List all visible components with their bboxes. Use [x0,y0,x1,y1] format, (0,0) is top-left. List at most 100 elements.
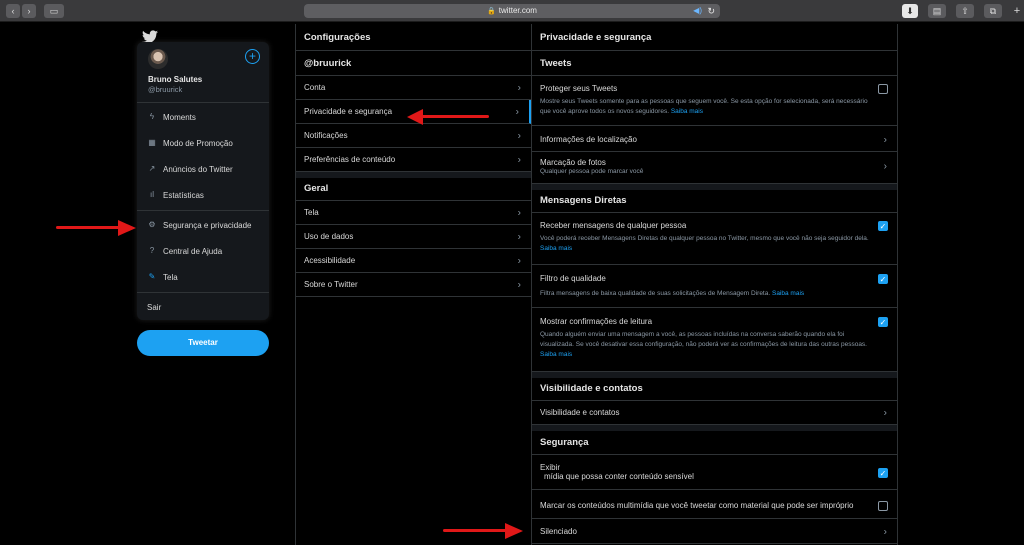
menu-item-help-center[interactable]: ? Central de Ajuda [137,238,269,264]
dm-header: Mensagens Diretas [540,195,627,206]
settings-item-display[interactable]: Tela › [296,201,531,225]
menu-item-moments[interactable]: ϟ Moments [137,104,269,130]
protect-tweets-desc: Mostre seus Tweets somente para as pesso… [540,98,868,115]
protect-tweets-checkbox[interactable] [878,84,888,94]
settings-item-content-prefs[interactable]: Preferências de conteúdo › [296,148,531,172]
receive-dm-label: Receber mensagens de qualquer pessoa [540,221,687,230]
settings-item-label: Privacidade e segurança [304,107,393,116]
quality-filter-checkbox[interactable]: ✓ [878,274,888,284]
section-gap [532,184,897,190]
section-gap [532,425,897,431]
settings-item-account[interactable]: Conta › [296,76,531,100]
reader-icon[interactable]: ▤ [928,4,946,18]
receive-dm-row[interactable]: Receber mensagens de qualquer pessoa Voc… [532,213,897,265]
sensitive-media-row[interactable]: Exibir mídia que possa conter conteúdo s… [532,455,897,490]
receive-dm-desc: Você poderá receber Mensagens Diretas de… [540,235,869,252]
read-receipts-desc: Quando alguém enviar uma mensagem a você… [540,331,867,358]
menu-item-promotion[interactable]: ▦ Modo de Promoção [137,130,269,156]
receive-dm-checkbox[interactable]: ✓ [878,221,888,231]
learn-more-link[interactable]: Saiba mais [772,290,804,297]
read-receipts-label: Mostrar confirmações de leitura [540,317,653,326]
visibility-contacts-row[interactable]: Visibilidade e contatos › [532,401,897,425]
privacy-title: Privacidade e segurança [540,32,652,43]
sensitive-media-checkbox[interactable]: ✓ [878,468,888,478]
user-handle: @bruurick [148,85,183,94]
divider [296,50,531,51]
chevron-right-icon: › [883,161,887,172]
quality-filter-row[interactable]: Filtro de qualidade Filtra mensagens de … [532,266,897,308]
settings-item-label: Notificações [304,131,348,140]
avatar[interactable] [148,49,168,69]
divider [137,210,269,211]
menu-item-security-privacy[interactable]: ⚙ Segurança e privacidade [137,212,269,238]
divider [532,50,897,51]
photo-tagging-row[interactable]: Marcação de fotos Qualquer pessoa pode m… [532,152,897,184]
menu-item-label: Moments [163,112,196,122]
menu-item-ads[interactable]: ↗ Anúncios do Twitter [137,156,269,182]
chevron-right-icon: › [883,134,887,145]
tweet-button[interactable]: Tweetar [137,330,269,356]
menu-item-label: Estatísticas [163,190,204,200]
menu-item-label: Anúncios do Twitter [163,164,233,174]
location-info-label: Informações de localização [540,135,637,144]
mark-media-row[interactable]: Marcar os conteúdos multimídia que você … [532,491,897,519]
settings-item-label: Uso de dados [304,232,354,241]
account-menu: + Bruno Salutes @bruurick ϟ Moments ▦ Modo… [137,42,269,320]
url-text: twitter.com [498,6,537,15]
menu-item-label: Modo de Promoção [163,138,233,148]
share-icon[interactable]: ⇧ [956,4,974,18]
back-button[interactable]: ‹ [6,4,20,18]
muted-row[interactable]: Silenciado › [532,520,897,544]
photo-tagging-sub: Qualquer pessoa pode marcar você [540,168,644,175]
sensitive-media-label: Exibir [540,463,561,472]
protect-tweets-row[interactable]: Proteger seus Tweets Mostre seus Tweets … [532,76,897,126]
read-receipts-row[interactable]: Mostrar confirmações de leitura Quando a… [532,309,897,372]
chevron-right-icon: › [883,407,887,418]
learn-more-link[interactable]: Saiba mais [671,108,703,115]
section-gap [532,372,897,378]
reload-icon[interactable]: ↻ [707,4,715,18]
settings-item-data-usage[interactable]: Uso de dados › [296,225,531,249]
account-header: @bruurick [304,58,352,69]
section-gap [296,172,531,178]
settings-item-accessibility[interactable]: Acessibilidade › [296,249,531,273]
chevron-right-icon: › [515,106,519,117]
help-icon: ? [149,246,155,255]
settings-item-about[interactable]: Sobre o Twitter › [296,273,531,297]
learn-more-link[interactable]: Saiba mais [540,351,572,358]
mark-media-checkbox[interactable] [878,501,888,511]
address-bar[interactable]: 🔒 twitter.com ◀) ↻ [304,4,720,18]
speaker-icon[interactable]: ◀) [693,4,702,18]
browser-toolbar: ‹ › ▭ 🔒 twitter.com ◀) ↻ ⬇ ▤ ⇧ ⧉ + [0,0,1024,22]
chevron-right-icon: › [517,82,521,93]
security-header: Segurança [540,437,589,448]
visibility-header: Visibilidade e contatos [540,383,643,394]
user-name: Bruno Salutes [148,75,203,84]
divider [137,102,269,103]
read-receipts-checkbox[interactable]: ✓ [878,317,888,327]
menu-item-analytics[interactable]: ıl Estatísticas [137,182,269,208]
menu-item-label: Central de Ajuda [163,246,223,256]
add-account-button[interactable]: + [245,49,260,64]
location-info-row[interactable]: Informações de localização › [532,128,897,152]
chevron-right-icon: › [517,130,521,141]
menu-item-display[interactable]: ✎ Tela [137,264,269,290]
forward-button[interactable]: › [22,4,36,18]
settings-item-label: Conta [304,83,326,92]
annotation-arrow [443,523,523,539]
settings-item-label: Acessibilidade [304,256,356,265]
download-icon[interactable]: ⬇ [902,4,918,18]
settings-item-label: Sobre o Twitter [304,280,358,289]
settings-item-notifications[interactable]: Notificações › [296,124,531,148]
new-tab-icon[interactable]: + [1010,4,1024,18]
settings-item-label: Tela [304,208,319,217]
sidebar-toggle-button[interactable]: ▭ [44,4,64,18]
external-link-icon: ↗ [148,164,156,173]
tabs-icon[interactable]: ⧉ [984,4,1002,18]
gear-icon: ⚙ [148,220,156,229]
annotation-arrow [56,220,136,236]
chevron-right-icon: › [517,279,521,290]
menu-item-logout[interactable]: Sair [137,294,269,320]
learn-more-link[interactable]: Saiba mais [540,245,572,252]
chevron-right-icon: › [517,207,521,218]
